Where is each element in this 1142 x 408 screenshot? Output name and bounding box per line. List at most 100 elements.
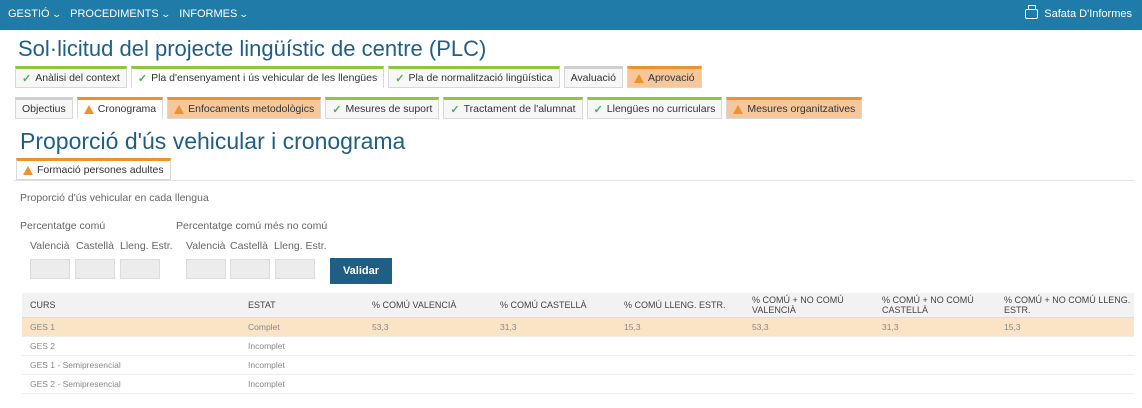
cell-value: 15,3	[616, 317, 744, 337]
input-comu-lleng-estr[interactable]	[120, 259, 160, 279]
menu-informes-label: INFORMES	[179, 8, 238, 20]
cell-curs: GES 1 - Semipresencial	[22, 355, 240, 375]
reports-tray-label: Safata D'Informes	[1044, 8, 1132, 20]
tab-pla-ensenyament[interactable]: ✓ Pla d'ensenyament i ús vehicular de les…	[130, 66, 385, 88]
menu-informes[interactable]: INFORMES ⌄	[179, 8, 250, 20]
divider	[14, 180, 1134, 181]
cell-estat: Complet	[240, 317, 364, 337]
cell-estat: Incomplet	[240, 355, 364, 375]
tab-label: Pla de normalització lingüística	[408, 72, 553, 84]
tab-label: Avaluació	[570, 72, 616, 84]
tab-label: Anàlisi del context	[35, 72, 120, 84]
check-icon: ✓	[450, 103, 460, 116]
cell-value	[874, 336, 996, 356]
cell-value	[616, 336, 744, 356]
header-estat[interactable]: ESTAT	[240, 293, 364, 318]
group-common-noncommon-label: Percentatge comú més no comú	[176, 220, 328, 232]
table-header-row: CURS ESTAT % COMÚ VALENCIÀ % COMÚ CASTEL…	[22, 293, 1134, 318]
tab-label: Pla d'ensenyament i ús vehicular de les …	[151, 72, 378, 84]
check-icon: ✓	[593, 103, 603, 116]
table-row[interactable]: GES 1 Complet 53,3 31,3 15,3 53,3 31,3 1…	[22, 317, 1134, 337]
col-label-valencia: Valencià	[30, 240, 70, 252]
cell-value: 53,3	[364, 317, 492, 337]
reports-tray-link[interactable]: Safata D'Informes	[1025, 5, 1132, 20]
chevron-down-icon: ⌄	[238, 8, 250, 19]
header-comu-castella[interactable]: % COMÚ CASTELLÀ	[492, 293, 616, 318]
cell-value	[492, 355, 616, 375]
tab-tractament-alumnat[interactable]: ✓ Tractament de l'alumnat	[443, 97, 583, 119]
tab-label: Aprovació	[647, 72, 695, 84]
cell-value	[492, 374, 616, 394]
tab-label: Mesures de suport	[345, 103, 433, 115]
tab-objectius[interactable]: Objectius	[15, 97, 73, 119]
cell-curs: GES 2	[22, 336, 240, 356]
col-label-lleng-estr-2: Lleng. Estr.	[274, 240, 327, 252]
tab-analisi-context[interactable]: ✓ Anàlisi del context	[15, 66, 127, 88]
input-nocomu-lleng-estr[interactable]	[275, 259, 315, 279]
col-label-lleng-estr: Lleng. Estr.	[120, 240, 173, 252]
cell-curs: GES 2 - Semipresencial	[22, 374, 240, 394]
cell-curs: GES 1	[22, 317, 240, 337]
cell-value	[744, 374, 874, 394]
cell-value	[616, 374, 744, 394]
tab-label: Formació persones adultes	[37, 164, 164, 176]
header-nocomu-valencia[interactable]: % COMÚ + NO COMÚ VALENCIÀ	[744, 293, 874, 318]
menu-gestio[interactable]: GESTIÓ ⌄	[8, 8, 62, 20]
tab-mesures-suport[interactable]: ✓ Mesures de suport	[325, 97, 440, 119]
input-comu-valencia[interactable]	[30, 259, 70, 279]
header-comu-valencia[interactable]: % COMÚ VALENCIÀ	[364, 293, 492, 318]
cell-estat: Incomplet	[240, 374, 364, 394]
tab-label: Objectius	[22, 103, 66, 115]
check-icon: ✓	[137, 72, 148, 85]
header-nocomu-castella[interactable]: % COMÚ + NO COMÚ CASTELLÀ	[874, 293, 996, 318]
tab-cronograma[interactable]: Cronograma	[76, 97, 164, 119]
tab-avaluacio[interactable]: Avaluació	[563, 66, 623, 88]
chevron-down-icon: ⌄	[51, 8, 62, 19]
col-label-castella-2: Castellà	[230, 240, 268, 252]
cell-value	[364, 336, 492, 356]
tab-label: Mesures organitzatives	[747, 103, 856, 115]
cell-value	[874, 374, 996, 394]
top-navigation-bar: GESTIÓ ⌄ PROCEDIMENTS ⌄ INFORMES ⌄ Safata D…	[0, 0, 1142, 30]
table-row[interactable]: GES 2 - Semipresencial Incomplet	[22, 374, 1134, 394]
tab-llengues-no-curriculars[interactable]: ✓ Llengües no curriculars	[586, 97, 723, 119]
menu-procediments-label: PROCEDIMENTS	[70, 8, 159, 20]
tab-formacio-persones-adultes[interactable]: Formació persones adultes	[16, 158, 171, 180]
cell-value	[996, 336, 1134, 356]
header-nocomu-lleng-estr[interactable]: % COMÚ + NO COMÚ LLENG. ESTR.	[996, 293, 1134, 318]
page-title: Sol·licitud del projecte lingüístic de c…	[18, 36, 487, 61]
cell-value: 31,3	[492, 317, 616, 337]
cell-value	[492, 336, 616, 356]
validate-button[interactable]: Validar	[330, 258, 392, 284]
input-nocomu-valencia[interactable]	[186, 259, 226, 279]
tab-pla-normalitzacio[interactable]: ✓ Pla de normalització lingüística	[388, 66, 560, 88]
tab-label: Enfocaments metodològics	[188, 103, 315, 115]
table-row[interactable]: GES 2 Incomplet	[22, 336, 1134, 356]
tab-enfocaments-metodologics[interactable]: Enfocaments metodològics	[167, 97, 322, 119]
cell-value	[744, 336, 874, 356]
cell-value	[616, 355, 744, 375]
menu-procediments[interactable]: PROCEDIMENTS ⌄	[70, 8, 171, 20]
form-intro-text: Proporció d'ús vehicular en cada llengua	[20, 192, 209, 204]
check-icon: ✓	[332, 103, 342, 116]
input-comu-castella[interactable]	[75, 259, 115, 279]
table-row[interactable]: GES 1 - Semipresencial Incomplet	[22, 355, 1134, 375]
printer-icon	[1025, 5, 1039, 19]
cell-value	[364, 355, 492, 375]
menu-gestio-label: GESTIÓ	[8, 8, 50, 20]
main-tabs: ✓ Anàlisi del context ✓ Pla d'ensenyament …	[15, 66, 702, 88]
cell-estat: Incomplet	[240, 336, 364, 356]
header-curs[interactable]: CURS	[22, 293, 240, 318]
cell-value	[996, 374, 1134, 394]
header-comu-lleng-estr[interactable]: % COMÚ LLENG. ESTR.	[616, 293, 744, 318]
cell-value	[996, 355, 1134, 375]
warning-icon	[633, 73, 644, 83]
main-menu: GESTIÓ ⌄ PROCEDIMENTS ⌄ INFORMES ⌄	[8, 8, 250, 20]
tab-mesures-organitzatives[interactable]: Mesures organitzatives	[726, 97, 863, 119]
warning-icon	[23, 165, 33, 175]
warning-icon	[733, 104, 744, 114]
tab-aprovacio[interactable]: Aprovació	[626, 66, 702, 88]
input-nocomu-castella[interactable]	[230, 259, 270, 279]
chevron-down-icon: ⌄	[160, 8, 171, 19]
cell-value: 15,3	[996, 317, 1134, 337]
